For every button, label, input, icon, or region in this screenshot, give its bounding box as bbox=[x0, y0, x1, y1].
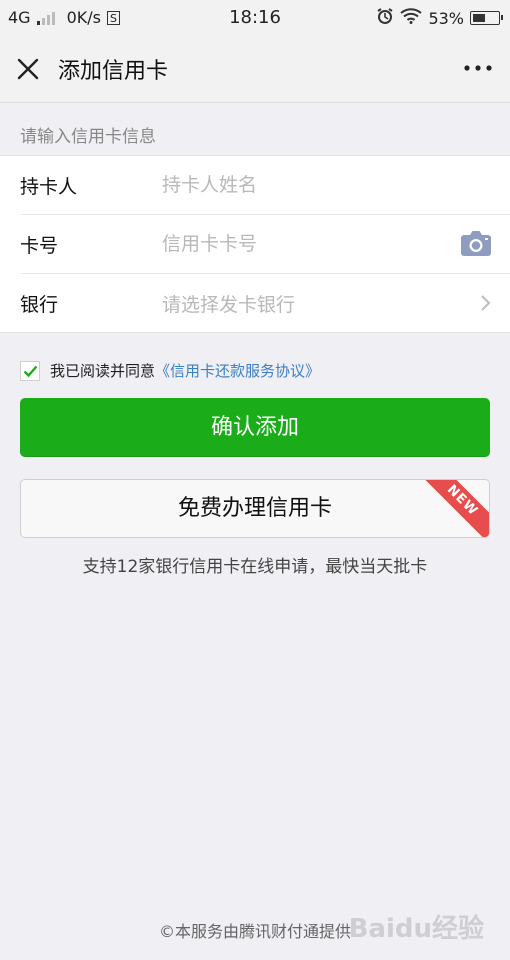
alarm-icon bbox=[376, 7, 394, 29]
bank-row[interactable]: 银行 请选择发卡银行 bbox=[20, 274, 510, 332]
more-icon[interactable] bbox=[462, 56, 494, 80]
bank-label: 银行 bbox=[20, 294, 59, 316]
agreement-checkbox[interactable] bbox=[20, 360, 40, 381]
status-right: 53% bbox=[376, 7, 503, 29]
status-bar: 4G 0K/s S 18:16 53% bbox=[0, 0, 510, 36]
battery-fill bbox=[473, 14, 485, 22]
confirm-add-button[interactable]: 确认添加 bbox=[20, 398, 490, 457]
bank-select[interactable]: 请选择发卡银行 bbox=[162, 290, 295, 317]
agreement-row: 我已阅读并同意 《信用卡还款服务协议》 bbox=[20, 360, 320, 381]
apply-card-label: 免费办理信用卡 bbox=[177, 496, 332, 521]
nav-bar: 添加信用卡 bbox=[0, 36, 510, 103]
apply-note: 支持12家银行信用卡在线申请，最快当天批卡 bbox=[82, 557, 428, 577]
watermark: Baidu经验 bbox=[348, 914, 484, 944]
agreement-link[interactable]: 《信用卡还款服务协议》 bbox=[155, 360, 320, 381]
holder-row: 持卡人 bbox=[20, 156, 510, 215]
section-label: 请输入信用卡信息 bbox=[20, 127, 156, 147]
card-number-input[interactable] bbox=[162, 227, 432, 261]
agreement-text: 我已阅读并同意 bbox=[50, 362, 156, 380]
number-row: 卡号 bbox=[20, 215, 510, 274]
battery-percent: 53% bbox=[428, 8, 464, 28]
apply-card-button[interactable]: 免费办理信用卡 NEW bbox=[20, 479, 490, 538]
holder-name-input[interactable] bbox=[162, 168, 432, 202]
chevron-right-icon bbox=[480, 294, 492, 312]
card-form: 持卡人 卡号 银行 请选择发卡银行 bbox=[0, 155, 510, 333]
holder-label: 持卡人 bbox=[20, 176, 78, 198]
battery-icon bbox=[470, 11, 503, 25]
close-icon[interactable] bbox=[14, 55, 42, 83]
camera-icon[interactable] bbox=[460, 229, 492, 257]
page-title: 添加信用卡 bbox=[58, 59, 169, 84]
wifi-icon bbox=[400, 8, 423, 28]
number-label: 卡号 bbox=[20, 235, 59, 257]
new-badge: NEW bbox=[415, 480, 489, 537]
